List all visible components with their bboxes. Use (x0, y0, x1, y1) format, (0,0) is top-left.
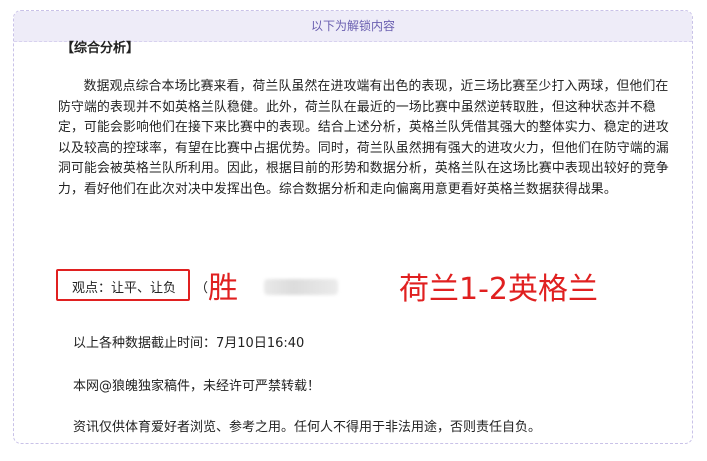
copyright-notice: 本网@狼魄独家稿件，未经许可严禁转载！ (73, 379, 321, 394)
blurred-content (264, 279, 338, 295)
annotation-win: 胜 (208, 271, 238, 306)
viewpoint-row: 观点：让平、让负 （ 胜 荷兰1-2英格兰 (56, 269, 678, 307)
disclaimer-notice: 资讯仅供体育爱好者浏览、参考之用。任何人不得用于非法用途，否则责任自负。 (73, 420, 542, 435)
unlocked-content-panel: 以下为解锁内容 【综合分析】 数据观点综合本场比赛来看，荷兰队虽然在进攻端有出色… (13, 10, 693, 444)
section-title: 【综合分析】 (61, 41, 140, 56)
viewpoint-label: 观点：让平、让负 (72, 281, 177, 296)
annotation-score: 荷兰1-2英格兰 (399, 272, 598, 307)
analysis-text: 数据观点综合本场比赛来看，荷兰队虽然在进攻端有出色的表现，近三场比赛至少打入两球… (58, 79, 669, 197)
analysis-paragraph: 数据观点综合本场比赛来看，荷兰队虽然在进攻端有出色的表现，近三场比赛至少打入两球… (58, 77, 678, 200)
viewpoint-paren: （ (195, 281, 209, 296)
data-deadline: 以上各种数据截止时间：7月10日16:40 (73, 336, 305, 351)
